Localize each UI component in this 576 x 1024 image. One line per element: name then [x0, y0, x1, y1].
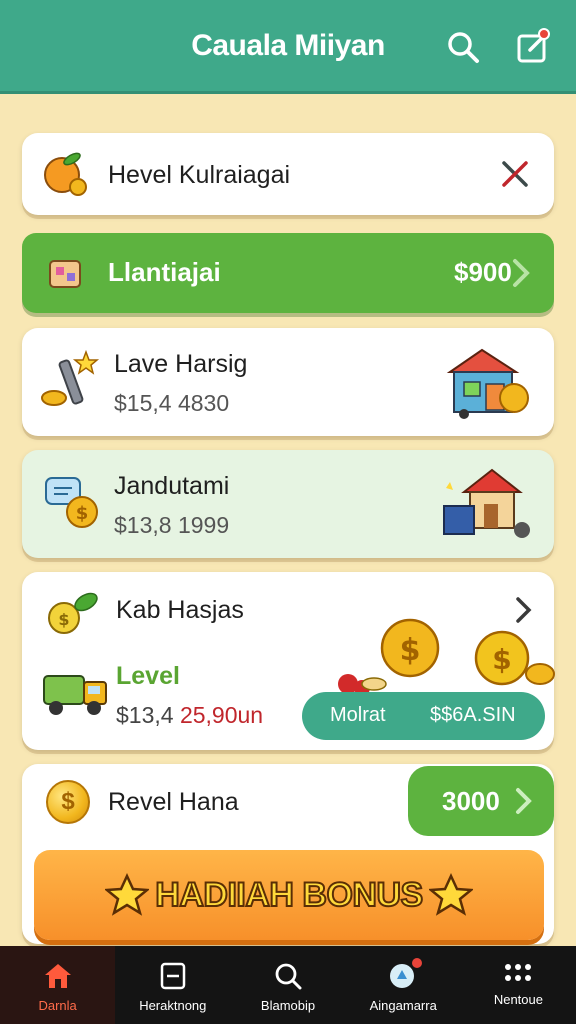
- wrench-coin-icon: [40, 348, 100, 412]
- chevron-right-icon: [516, 788, 532, 814]
- nav-label: Nentoue: [493, 992, 543, 1007]
- bonus-label: HADIIAH BONUS: [154, 875, 424, 915]
- app-title: Cauala Miiyan: [191, 28, 385, 62]
- box-icon: [46, 253, 86, 293]
- nav-label: Darnla: [38, 998, 77, 1013]
- card-kab-value-highlight: 25,90un: [179, 702, 264, 728]
- bottom-nav: Darnla Heraktnong Blamobip Aingamarra Ne…: [0, 946, 576, 1024]
- reward-pill-value: $$6A.SIN: [430, 704, 516, 726]
- green-balance-bar[interactable]: Llantiajai $900: [22, 233, 554, 313]
- compose-button[interactable]: [514, 28, 552, 66]
- card-lave-harsig[interactable]: Lave Harsig $15,4 4830: [22, 328, 554, 436]
- close-icon: [502, 161, 528, 187]
- svg-text:$: $: [76, 503, 89, 524]
- app-header: Cauala Miiyan: [0, 0, 576, 94]
- card-kab-value-prefix: $13,4: [116, 702, 174, 728]
- star-icon: [428, 873, 473, 916]
- chevron-right-icon: [506, 255, 536, 291]
- revel-amount-value: 3000: [442, 786, 500, 816]
- nav-label: Blamobip: [260, 998, 316, 1013]
- star-icon: [105, 873, 150, 916]
- fruit-icon: [42, 151, 88, 197]
- svg-text:$: $: [492, 643, 511, 676]
- card-kab-title: Kab Hasjas: [116, 596, 244, 624]
- games-icon: [390, 964, 415, 988]
- svg-text:$: $: [58, 610, 69, 629]
- shop-icon: [442, 342, 532, 422]
- chat-coin-icon: $: [42, 472, 102, 532]
- home-icon: [44, 964, 71, 988]
- card-kab-hasjas[interactable]: $ Kab Hasjas Level $13,4 25,90un $ $ Molr…: [22, 572, 555, 750]
- search-button[interactable]: [444, 28, 482, 66]
- games-icon-wrap: [388, 958, 423, 990]
- green-bar-amount: $900: [454, 257, 512, 287]
- coin-leaf-icon: $: [46, 588, 102, 636]
- house-truck-icon: [440, 462, 534, 546]
- close-button[interactable]: [498, 157, 532, 191]
- svg-text:$: $: [400, 633, 421, 668]
- reward-pill-label: Molrat: [330, 704, 386, 726]
- nav-item-games[interactable]: Aingamarra: [346, 946, 461, 1024]
- search-icon: [448, 32, 479, 63]
- card-revel-title: Revel Hana: [108, 788, 239, 816]
- reward-pill[interactable]: Molrat $$6A.SIN: [302, 692, 545, 740]
- more-grid-icon: [505, 964, 532, 981]
- card-lave-value: $15,4 4830: [114, 390, 230, 416]
- card-hevel-title: Hevel Kulraiagai: [108, 161, 291, 189]
- search-icon: [275, 963, 302, 990]
- revel-amount-button[interactable]: 3000: [408, 766, 554, 836]
- bonus-button[interactable]: HADIIAH BONUS: [34, 850, 544, 940]
- coin-pile-icon: $ $: [318, 614, 558, 698]
- truck-icon: [40, 664, 110, 720]
- dollar-coin-icon: $: [46, 780, 90, 824]
- nav-item-list[interactable]: Heraktnong: [115, 946, 230, 1024]
- card-hevel[interactable]: Hevel Kulraiagai: [22, 133, 554, 215]
- notification-dot: [412, 958, 423, 968]
- notification-dot: [538, 28, 550, 40]
- card-jandutami[interactable]: $ Jandutami $13,8 1999: [22, 450, 554, 558]
- nav-label: Heraktnong: [139, 998, 207, 1013]
- nav-label: Aingamarra: [369, 998, 437, 1013]
- nav-item-more[interactable]: Nentoue: [461, 946, 576, 1024]
- card-kab-level: Level: [116, 662, 180, 690]
- nav-item-search[interactable]: Blamobip: [230, 946, 345, 1024]
- card-kab-value: $13,4 25,90un: [116, 702, 263, 729]
- card-jandutami-title: Jandutami: [114, 472, 230, 500]
- document-icon: [160, 962, 186, 990]
- card-lave-title: Lave Harsig: [114, 350, 248, 378]
- nav-item-home[interactable]: Darnla: [0, 946, 116, 1024]
- green-bar-label: Llantiajai: [108, 257, 221, 287]
- card-jandutami-value: $13,8 1999: [114, 512, 230, 538]
